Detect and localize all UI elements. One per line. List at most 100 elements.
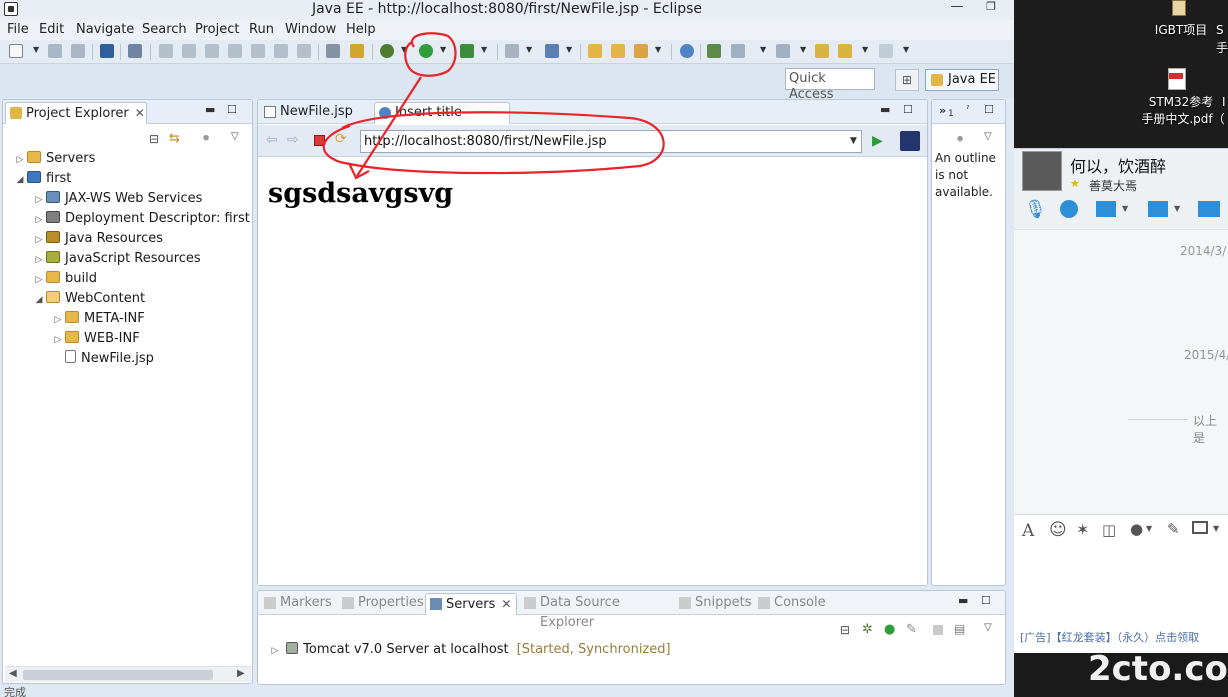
- avatar[interactable]: [1022, 151, 1062, 191]
- terminal-icon[interactable]: [100, 44, 114, 58]
- link-with-editor-icon[interactable]: ⇆: [169, 131, 180, 146]
- menu-project[interactable]: Project: [195, 22, 239, 38]
- pdf-icon[interactable]: [1168, 68, 1186, 90]
- video-icon[interactable]: [1060, 200, 1078, 218]
- step-return-icon[interactable]: [297, 44, 311, 58]
- minimize-view-icon[interactable]: ▬: [880, 103, 890, 116]
- publish-icon[interactable]: ▤: [954, 622, 965, 636]
- run-last-icon[interactable]: [707, 44, 721, 58]
- menu-search[interactable]: Search: [142, 22, 187, 38]
- ws-explorer-icon[interactable]: [350, 44, 364, 58]
- folder-icon[interactable]: [1172, 0, 1186, 16]
- run-external-tools-icon[interactable]: [460, 44, 474, 58]
- chat-input-area[interactable]: A ☺ ✶ ◫ ● ▼ ✎ ▼ [广告]【红龙套装】（永久）点击领取: [1014, 514, 1228, 654]
- minimize-view-icon[interactable]: ▬: [958, 594, 968, 607]
- server-row[interactable]: ▷ Tomcat v7.0 Server at localhost [Starte…: [268, 641, 671, 660]
- expand-icon[interactable]: ▷: [268, 642, 282, 660]
- step-over-icon[interactable]: [274, 44, 288, 58]
- emoji-icon[interactable]: ☺: [1049, 520, 1067, 540]
- contact-name[interactable]: 何以，饮酒醉: [1070, 153, 1166, 177]
- use-step-filters-icon[interactable]: [326, 44, 340, 58]
- voice-message-icon[interactable]: ●: [1130, 520, 1143, 538]
- url-input[interactable]: http://localhost:8080/first/NewFile.jsp: [360, 130, 862, 153]
- chevron-down-icon[interactable]: ▼: [1213, 524, 1219, 533]
- open-folder-icon[interactable]: [611, 44, 625, 58]
- tab-servers[interactable]: Servers ✕: [425, 593, 517, 615]
- maximize-button[interactable]: ❐: [978, 1, 1004, 15]
- brush-icon[interactable]: [634, 44, 648, 58]
- tab-snippets[interactable]: Snippets: [675, 593, 751, 615]
- tree-item[interactable]: ▷ Java Resources: [32, 230, 163, 248]
- tab-markers[interactable]: Markers: [260, 593, 336, 615]
- new-web-service-icon[interactable]: [545, 44, 559, 58]
- chevron-down-icon[interactable]: ▼: [760, 45, 766, 54]
- resume-icon[interactable]: [159, 44, 173, 58]
- font-icon[interactable]: A: [1022, 521, 1034, 541]
- tree-item[interactable]: ▷ JavaScript Resources: [32, 250, 201, 268]
- expand-icon[interactable]: ▷: [32, 231, 46, 249]
- menu-navigate[interactable]: Navigate: [76, 22, 134, 38]
- quick-access-input[interactable]: Quick Access: [785, 68, 875, 102]
- vibrate-icon[interactable]: ◫: [1102, 521, 1116, 539]
- chevron-down-icon[interactable]: ▼: [566, 45, 572, 54]
- expand-icon[interactable]: ▷: [51, 331, 65, 349]
- tab-insert-title-here[interactable]: Insert title here✕: [374, 102, 510, 141]
- chevron-down-icon[interactable]: ▼: [655, 45, 661, 54]
- globe-icon[interactable]: [680, 44, 694, 58]
- collapse-all-icon[interactable]: ⊟: [149, 132, 159, 146]
- minimize-button[interactable]: —: [944, 0, 970, 15]
- expand-icon[interactable]: ▷: [51, 311, 65, 329]
- new-server-icon[interactable]: [505, 44, 519, 58]
- stop-icon[interactable]: [314, 135, 325, 146]
- start-server-icon[interactable]: ●: [884, 622, 895, 637]
- microphone-icon[interactable]: 🎙: [1024, 199, 1047, 220]
- chevron-down-icon[interactable]: ▼: [862, 45, 868, 54]
- edit-icon[interactable]: ✎: [1167, 520, 1180, 538]
- send-file-icon[interactable]: [1148, 201, 1168, 217]
- menu-help[interactable]: Help: [346, 22, 376, 38]
- maximize-view-icon[interactable]: ☐: [984, 103, 994, 116]
- share-screen-icon[interactable]: [1096, 201, 1116, 217]
- scrollbar-thumb[interactable]: [23, 670, 213, 680]
- run-icon[interactable]: [419, 44, 433, 58]
- expand-icon[interactable]: ▷: [32, 191, 46, 209]
- back-arrow-icon[interactable]: ⇦: [266, 132, 278, 148]
- expand-icon[interactable]: ▷: [32, 271, 46, 289]
- collapse-all-icon[interactable]: ⊟: [840, 623, 850, 637]
- expand-icon[interactable]: ▷: [32, 211, 46, 229]
- debug-icon[interactable]: [380, 44, 394, 58]
- horizontal-scrollbar[interactable]: ◀ ▶: [5, 666, 251, 682]
- tree-item[interactable]: ◢ first: [13, 170, 71, 188]
- tree-item[interactable]: ◢ WebContent: [32, 290, 145, 308]
- tab-console[interactable]: Console: [754, 593, 830, 615]
- perspective-javaee-button[interactable]: Java EE: [925, 69, 999, 91]
- suspend-icon[interactable]: [182, 44, 196, 58]
- forward-icon[interactable]: [879, 44, 893, 58]
- close-icon[interactable]: ✕: [135, 106, 145, 120]
- expand-icon[interactable]: ▷: [32, 251, 46, 269]
- desktop-icon-label[interactable]: IGBT项目: [1146, 22, 1216, 38]
- show-list-icon[interactable]: »: [939, 104, 946, 117]
- view-menu-icon[interactable]: ˀ: [966, 104, 970, 115]
- chevron-down-icon[interactable]: ▼: [1174, 204, 1180, 213]
- view-menu-icon[interactable]: ▽: [231, 131, 239, 142]
- ad-link[interactable]: [广告]【红龙套装】（永久）点击领取: [1020, 629, 1199, 645]
- scroll-right-icon[interactable]: ▶: [237, 668, 245, 679]
- desktop-icon-label[interactable]: 手: [1216, 40, 1228, 56]
- back-icon[interactable]: [838, 44, 852, 58]
- expand-icon[interactable]: ◢: [13, 171, 27, 189]
- tree-item[interactable]: ▷ Deployment Descriptor: first: [32, 210, 250, 228]
- maximize-view-icon[interactable]: ☐: [227, 103, 237, 116]
- tab-newfile-jsp[interactable]: NewFile.jsp: [260, 102, 372, 124]
- tree-item[interactable]: NewFile.jsp: [51, 350, 154, 368]
- chevron-down-icon[interactable]: ▼: [526, 45, 532, 54]
- maximize-view-icon[interactable]: ☐: [903, 103, 913, 116]
- expand-icon[interactable]: ▷: [13, 151, 27, 169]
- remote-desktop-icon[interactable]: [1198, 201, 1220, 217]
- magic-icon[interactable]: ✶: [1076, 520, 1089, 539]
- minimize-view-icon[interactable]: ▬: [205, 103, 215, 116]
- menu-file[interactable]: File: [7, 22, 29, 38]
- refresh-icon[interactable]: ⟳: [335, 131, 347, 147]
- menu-window[interactable]: Window: [285, 22, 336, 38]
- expand-icon[interactable]: ◢: [32, 291, 46, 309]
